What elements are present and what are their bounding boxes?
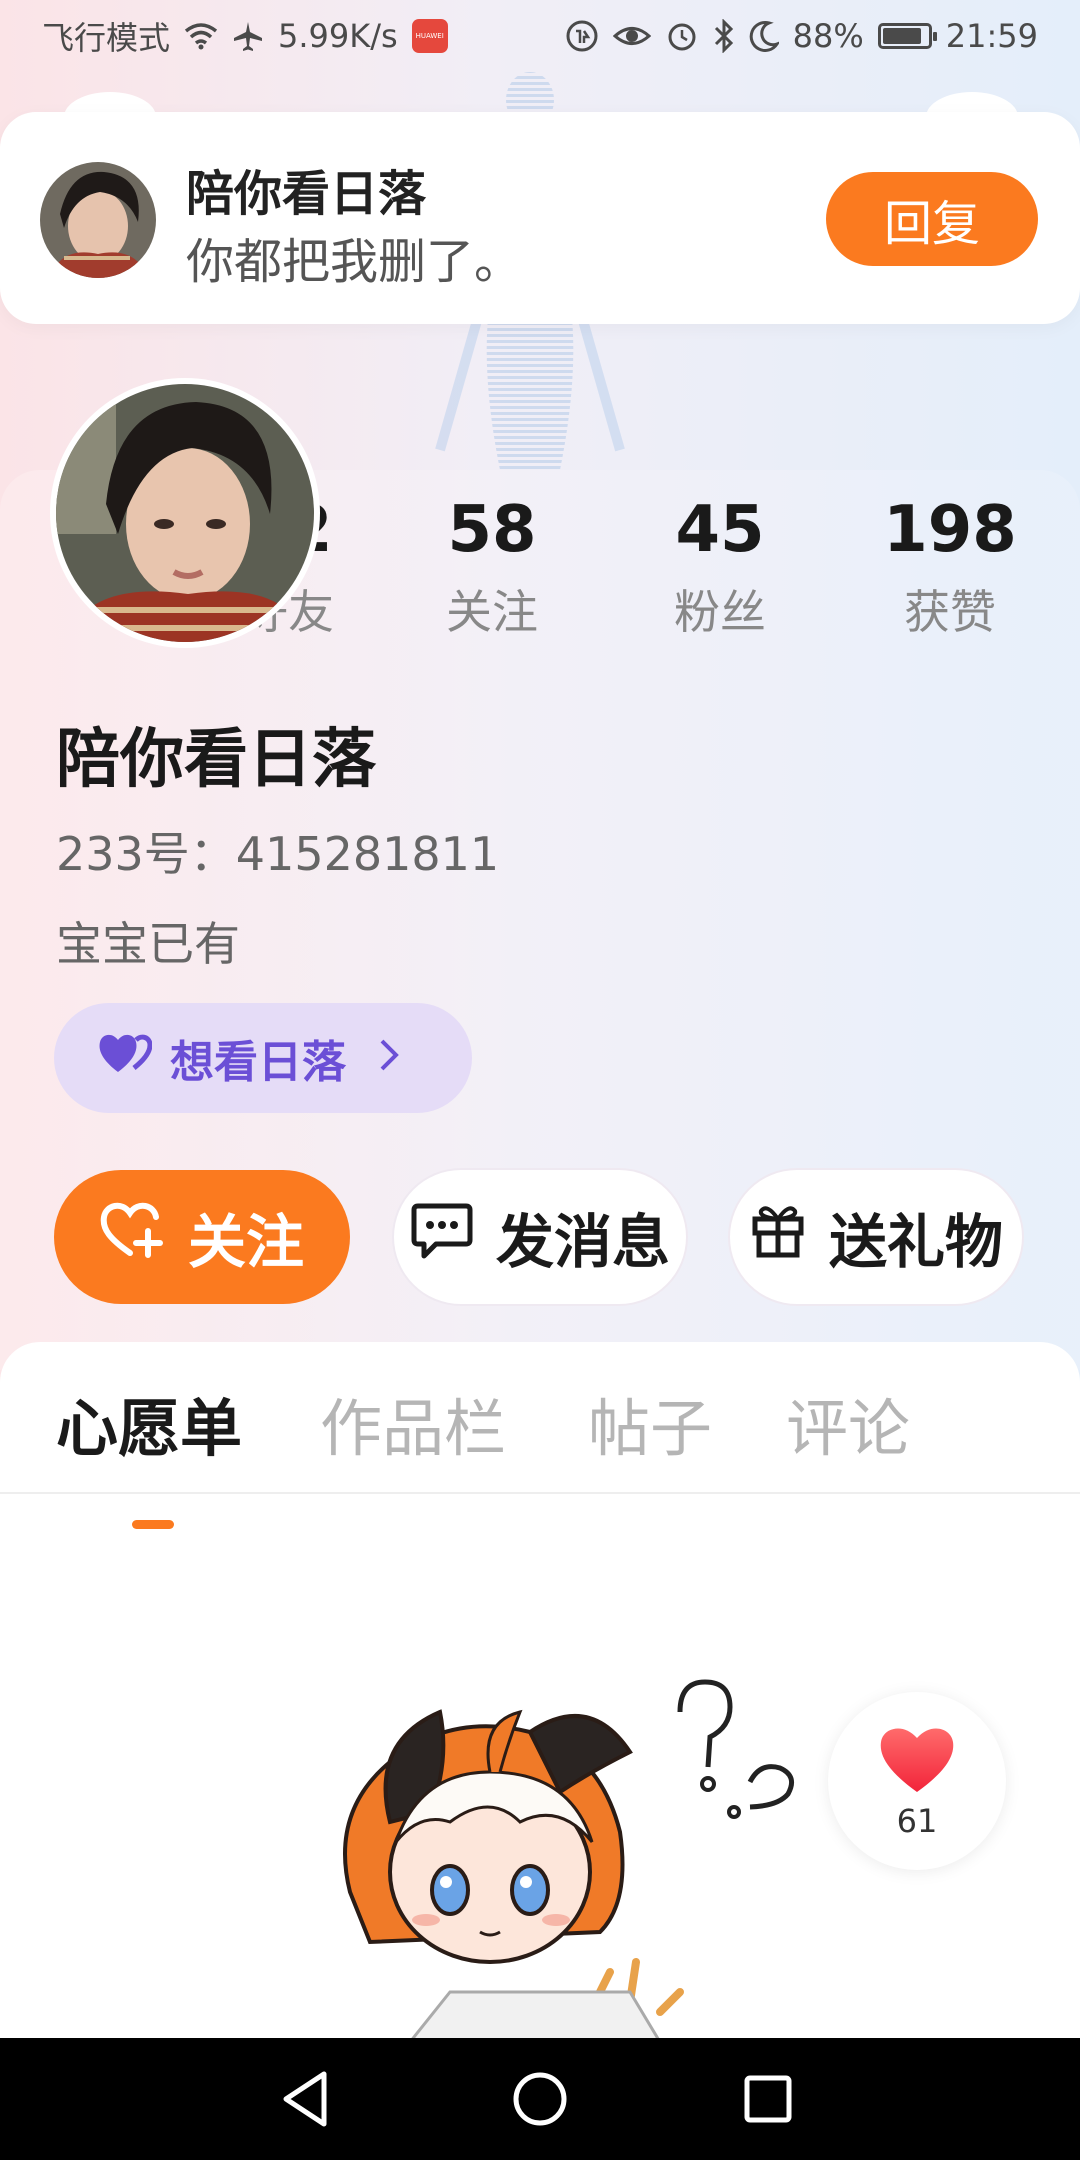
chevron-right-icon [378,1033,400,1084]
back-triangle-icon[interactable] [272,2064,342,2134]
eye-comfort-icon [612,21,651,51]
status-left: 飞行模式 5.99K/s HUAWEI [42,13,448,59]
airplane-mode-label: 飞行模式 [42,19,171,57]
heart-plus-icon [100,1201,166,1273]
like-count: 61 [896,1802,938,1840]
battery-percent: 88% [792,17,864,55]
data-saver-icon [565,19,599,53]
profile-avatar-frame[interactable] [50,378,320,648]
network-speed: 5.99K/s [278,17,398,55]
tab-wishlist[interactable]: 心愿单 [56,1378,242,1468]
gift-icon [749,1201,807,1273]
battery-icon [877,23,937,49]
stat-fans[interactable]: 45 粉丝 [620,490,820,642]
tab-works[interactable]: 作品栏 [320,1378,506,1468]
tab-comments[interactable]: 评论 [786,1378,910,1468]
red-heart-icon [877,1722,957,1798]
chat-bubble-icon [410,1200,474,1274]
notification-sender-name: 陪你看日落 [186,166,427,222]
stat-likes-value: 198 [883,493,1017,567]
appgallery-icon: HUAWEI [411,19,448,53]
purple-heart-icon [98,1032,153,1085]
tab-active-indicator [132,1520,174,1529]
stat-likes[interactable]: 198 获赞 [850,490,1050,642]
alarm-icon [665,19,699,53]
mood-tag-button[interactable]: 想看日落 [54,1003,472,1113]
clock: 21:59 [945,17,1038,55]
stat-fans-label: 粉丝 [674,585,766,639]
airplane-icon [232,20,264,52]
empty-state-mascot-illustration [343,1679,795,2042]
avatar [56,384,314,642]
send-message-label: 发消息 [495,1208,670,1276]
send-gift-button[interactable]: 送礼物 [730,1170,1022,1304]
profile-id: 233号：415281811 [56,827,500,881]
wifi-icon [184,22,218,50]
message-notification-card[interactable]: 陪你看日落 你都把我删了。 回复 [0,112,1080,324]
mood-tag-label: 想看日落 [170,1037,346,1088]
stat-fans-value: 45 [675,493,765,567]
follow-button-label: 关注 [187,1208,304,1276]
status-right: 88% 21:59 [565,17,1038,55]
reply-button[interactable]: 回复 [826,172,1038,266]
system-navigation-bar [0,2038,1080,2160]
stat-following[interactable]: 58 关注 [392,490,592,642]
follow-button[interactable]: 关注 [54,1170,350,1304]
profile-tabs: 心愿单 作品栏 帖子 评论 [0,1378,1080,1529]
profile-actions: 关注 发消息 送礼物 [0,1170,1080,1304]
profile-name: 陪你看日落 [56,723,376,797]
stat-likes-label: 获赞 [904,585,996,639]
like-floating-button[interactable]: 61 [828,1692,1006,1870]
stat-following-label: 关注 [446,585,538,639]
screen: 飞行模式 5.99K/s HUAWEI 88% 21:59 陪你看日落 你都把我… [0,0,1080,2160]
send-gift-label: 送礼物 [828,1208,1003,1276]
tab-posts[interactable]: 帖子 [588,1378,712,1468]
send-message-button[interactable]: 发消息 [394,1170,686,1304]
home-circle-icon[interactable] [505,2064,575,2134]
stat-following-value: 58 [447,493,537,567]
battery-fill [882,28,922,44]
do-not-disturb-moon-icon [749,20,779,52]
notification-message-text: 你都把我删了。 [186,234,523,290]
tab-divider [0,1492,1080,1494]
status-bar: 飞行模式 5.99K/s HUAWEI 88% 21:59 [0,0,1080,72]
bluetooth-icon [713,19,735,53]
notification-avatar [40,162,156,278]
profile-bio: 宝宝已有 [56,917,240,971]
recents-square-icon[interactable] [733,2064,803,2134]
